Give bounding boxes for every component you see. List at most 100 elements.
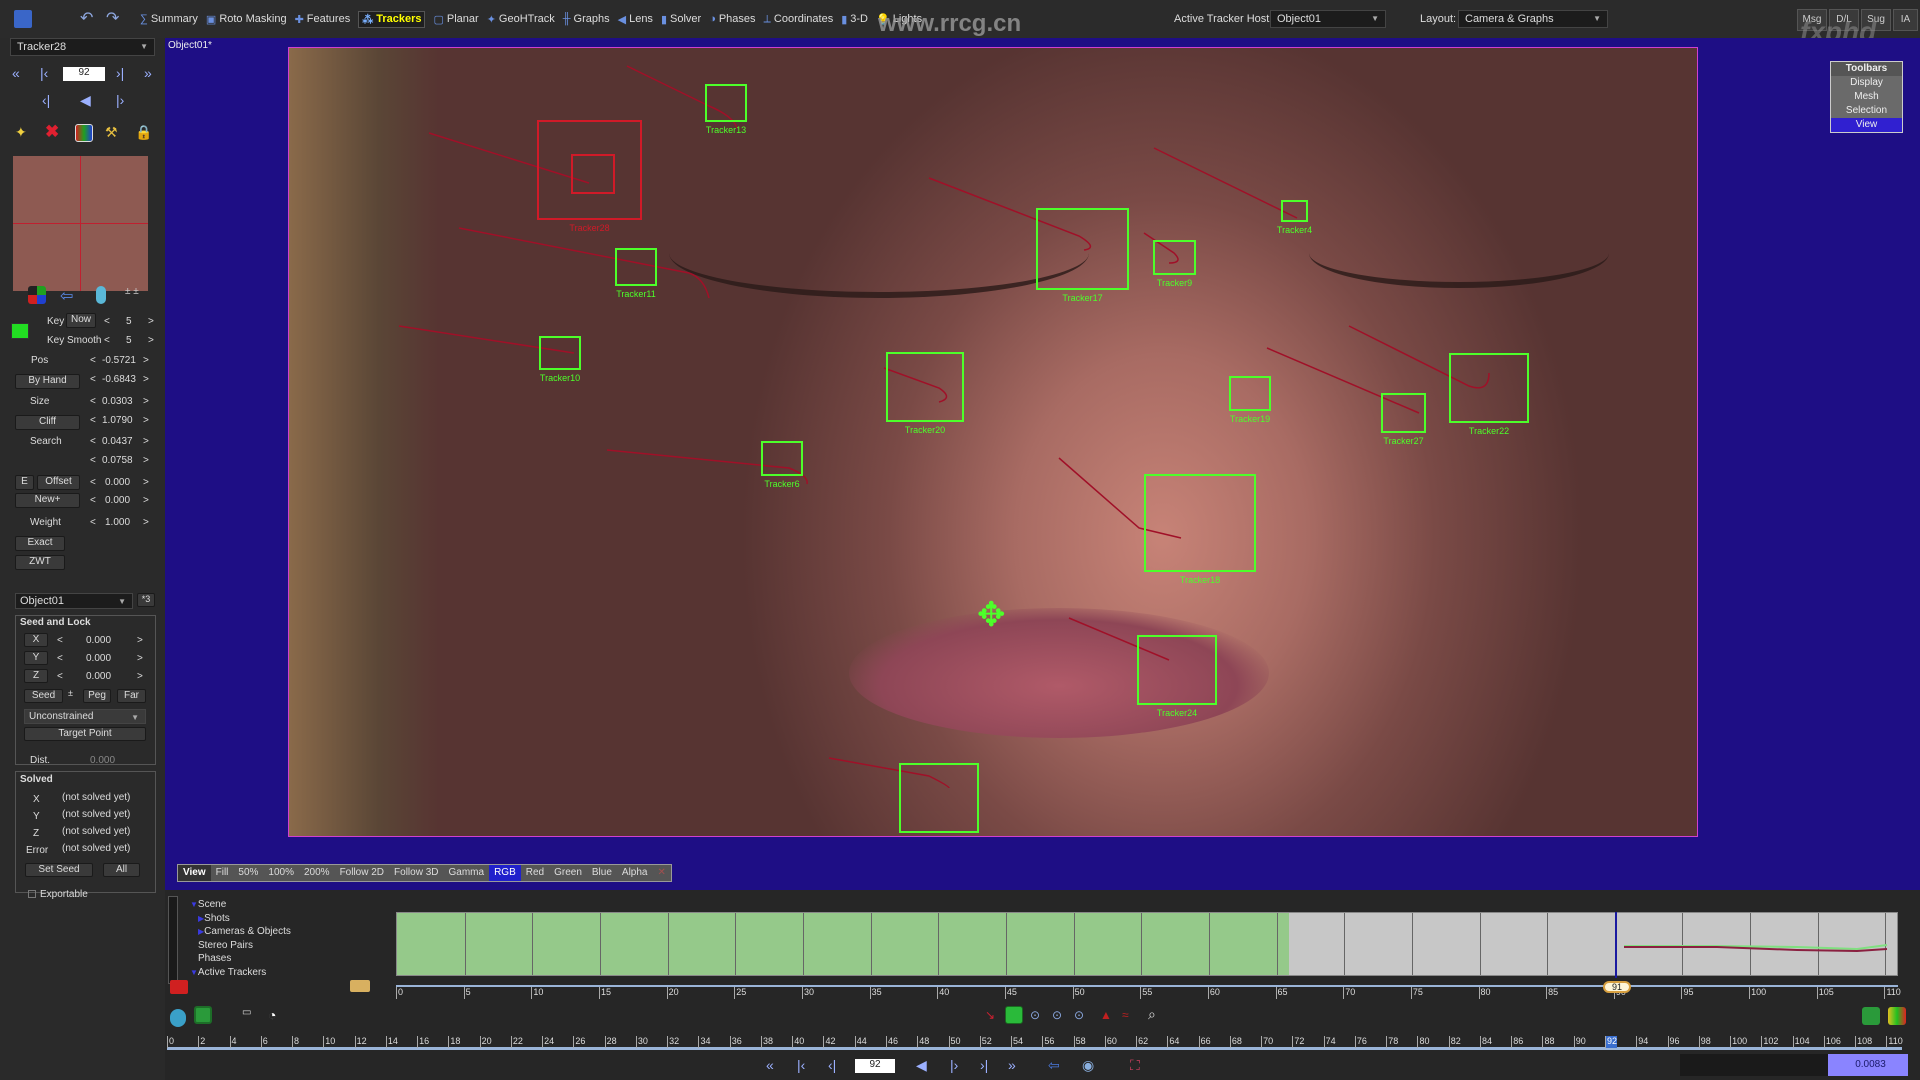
view-view[interactable]: View xyxy=(178,865,211,881)
color-channel-icon[interactable] xyxy=(1888,1007,1906,1025)
toolbars-mesh[interactable]: Mesh xyxy=(1831,90,1902,104)
set-seed-button[interactable]: Set Seed xyxy=(25,863,93,877)
tab-lens[interactable]: ◀ Lens xyxy=(618,11,653,28)
weight-value[interactable]: 1.000 xyxy=(105,517,130,528)
active-tracker-host-dropdown[interactable]: Object01 ▼ xyxy=(1270,10,1386,28)
seed-x-button[interactable]: X xyxy=(24,633,48,647)
ia-button[interactable]: IA xyxy=(1893,9,1918,31)
view-100-[interactable]: 100% xyxy=(263,865,299,881)
zoom-icon[interactable]: ⌕ xyxy=(1148,1006,1166,1024)
offset-x-inc[interactable]: > xyxy=(143,477,149,488)
view-follow-3d[interactable]: Follow 3D xyxy=(389,865,443,881)
tracker-box[interactable] xyxy=(1036,208,1129,290)
tree-item[interactable]: ▼Scene xyxy=(190,898,291,912)
tracker-box[interactable] xyxy=(886,352,964,422)
tracker-box[interactable] xyxy=(539,336,581,370)
key-smooth-inc[interactable]: > xyxy=(148,335,154,346)
key-inc[interactable]: > xyxy=(148,316,154,327)
current-frame-line[interactable] xyxy=(1615,912,1617,978)
image-frame[interactable]: Tracker28 Tracker13 Tracker11 Tracker10 Trac… xyxy=(288,47,1698,837)
size-y-inc[interactable]: > xyxy=(143,415,149,426)
seed-y-inc[interactable]: > xyxy=(137,653,143,664)
seed-y-value[interactable]: 0.000 xyxy=(86,653,111,664)
tracker-box[interactable] xyxy=(615,248,657,286)
toolbars-selection[interactable]: Selection xyxy=(1831,104,1902,118)
exportable-checkbox[interactable] xyxy=(28,890,36,898)
sync-icon[interactable] xyxy=(170,1009,186,1027)
size-x-inc[interactable]: > xyxy=(143,396,149,407)
seed-x-value[interactable]: 0.000 xyxy=(86,635,111,646)
clock-icon[interactable]: ◔ xyxy=(268,1007,286,1025)
search-y-value[interactable]: 0.0758 xyxy=(102,455,133,466)
seed-x-dec[interactable]: < xyxy=(57,635,63,646)
seed-x-inc[interactable]: > xyxy=(137,635,143,646)
next-key-icon[interactable]: ›| xyxy=(980,1057,988,1073)
arrow-left-icon[interactable]: ⇦ xyxy=(1048,1057,1060,1074)
key-dec[interactable]: < xyxy=(104,316,110,327)
tab-planar[interactable]: ▢ Planar xyxy=(433,11,478,28)
tree-item[interactable]: Phases xyxy=(190,952,291,966)
graph-mode-icon[interactable] xyxy=(194,1006,212,1024)
tracker-graph[interactable] xyxy=(396,912,1898,976)
tracker-box[interactable] xyxy=(1144,474,1256,572)
e-button[interactable]: E xyxy=(15,475,34,490)
last-frame-icon[interactable]: » xyxy=(144,65,152,81)
seed-y-button[interactable]: Y xyxy=(24,651,48,665)
current-frame-badge[interactable]: 91 xyxy=(1603,981,1631,993)
pos-y-dec[interactable]: < xyxy=(90,374,96,385)
tracker-color-swatch[interactable] xyxy=(11,323,29,339)
tracker-box[interactable] xyxy=(537,120,642,220)
constraint-dropdown[interactable]: Unconstrained ▼ xyxy=(24,709,146,724)
pos-x-value[interactable]: -0.5721 xyxy=(102,355,136,366)
frame-input[interactable]: 92 xyxy=(63,67,105,81)
search-x-inc[interactable]: > xyxy=(143,436,149,447)
prev-key-icon[interactable]: |‹ xyxy=(40,65,48,81)
collapse-icon[interactable]: ▼ xyxy=(190,968,198,977)
tracker-box[interactable] xyxy=(1281,200,1308,222)
step-back-icon[interactable]: ‹| xyxy=(42,92,50,108)
last-frame-icon[interactable]: » xyxy=(1008,1057,1016,1073)
tab-phases[interactable]: ◑ Phases xyxy=(709,11,755,28)
pos-x-inc[interactable]: > xyxy=(143,355,149,366)
view-rgb[interactable]: RGB xyxy=(489,865,521,881)
view-50-[interactable]: 50% xyxy=(233,865,263,881)
film-icon[interactable]: ▭ xyxy=(242,1007,260,1025)
channel-toggle-icon[interactable] xyxy=(1005,1006,1023,1024)
tree-item[interactable]: ▶Shots xyxy=(190,912,291,926)
graph-view-icon[interactable] xyxy=(1862,1007,1880,1025)
lock-icon[interactable]: 🔒 xyxy=(135,124,153,142)
size-x-dec[interactable]: < xyxy=(90,396,96,407)
seed-z-button[interactable]: Z xyxy=(24,669,48,683)
tab-summary[interactable]: ∑ Summary xyxy=(140,11,198,28)
tracker-box[interactable] xyxy=(761,441,803,476)
view-red[interactable]: Red xyxy=(521,865,549,881)
zwt-button[interactable]: ZWT xyxy=(15,555,65,570)
hammer-icon[interactable]: ⚒ xyxy=(105,124,123,142)
redo-icon[interactable]: ↷ xyxy=(106,10,128,28)
tracker-pattern-box[interactable] xyxy=(571,154,615,194)
view-green[interactable]: Green xyxy=(549,865,587,881)
size-x-value[interactable]: 0.0303 xyxy=(102,396,133,407)
seed-z-value[interactable]: 0.000 xyxy=(86,671,111,682)
view-follow-2d[interactable]: Follow 2D xyxy=(335,865,389,881)
tab-trackers[interactable]: ⁂ Trackers xyxy=(358,10,426,28)
grid-icon[interactable] xyxy=(28,286,46,304)
tracker-box[interactable] xyxy=(1153,240,1196,275)
tracker-preview[interactable] xyxy=(13,156,148,291)
curve-delete-icon[interactable]: ↘ xyxy=(985,1008,1003,1026)
tab-roto-masking[interactable]: ▣ Roto Masking xyxy=(206,11,287,28)
wave-icon[interactable]: ≈ xyxy=(1122,1008,1140,1026)
offset-y-inc[interactable]: > xyxy=(143,495,149,506)
capsule-icon[interactable] xyxy=(96,286,106,304)
pos-y-value[interactable]: -0.6843 xyxy=(102,374,136,385)
tab-3-d[interactable]: ▮ 3-D xyxy=(841,11,868,28)
tab-features[interactable]: ✚ Features xyxy=(295,11,351,28)
color-channels-icon[interactable] xyxy=(75,124,93,142)
view-200-[interactable]: 200% xyxy=(299,865,335,881)
tracker-box[interactable] xyxy=(705,84,747,122)
seed-z-dec[interactable]: < xyxy=(57,671,63,682)
first-frame-icon[interactable]: « xyxy=(766,1057,774,1073)
seed-z-inc[interactable]: > xyxy=(137,671,143,682)
tab-coordinates[interactable]: ⟂ Coordinates xyxy=(764,11,834,28)
peg-button[interactable]: Peg xyxy=(83,689,111,703)
